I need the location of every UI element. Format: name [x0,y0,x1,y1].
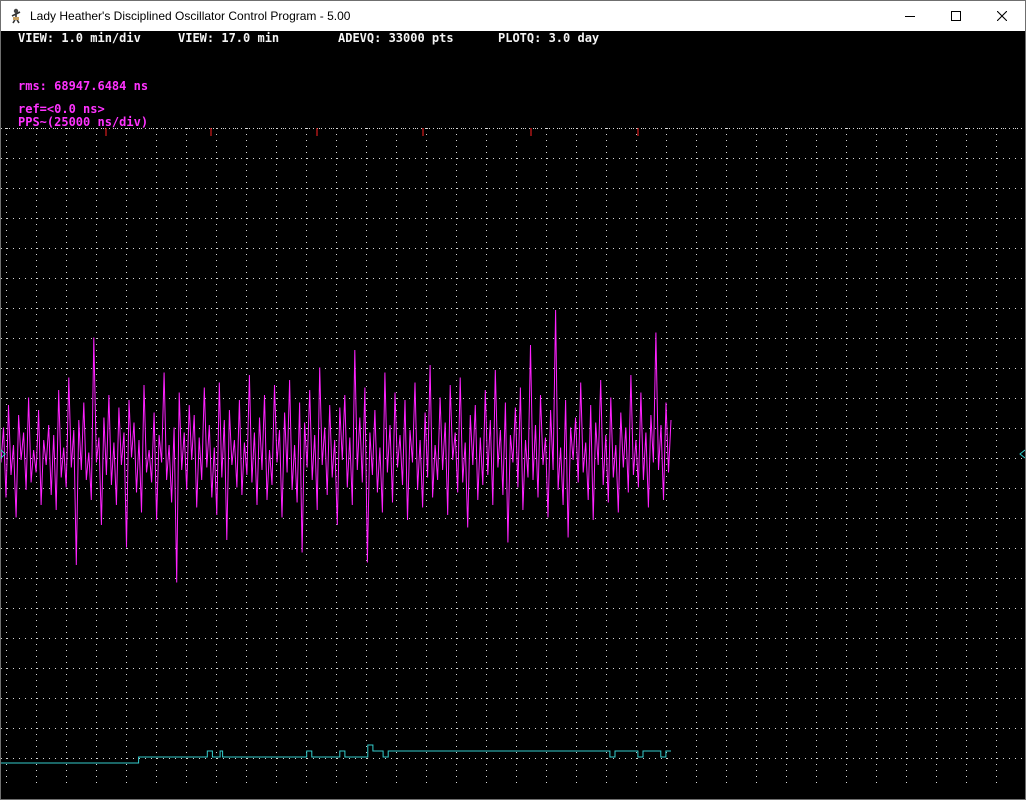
program-screen[interactable]: VIEW: 1.0 min/div VIEW: 17.0 min ADEVQ: … [1,31,1025,799]
maximize-button[interactable] [933,1,979,31]
close-button[interactable] [979,1,1025,31]
figure-icon [11,8,21,24]
view-rate-label: VIEW: 1.0 min/div [18,31,141,45]
rms-readout: rms: 68947.6484 ns [18,79,149,93]
pps-plot[interactable] [1,128,1025,788]
secondary-trace [1,744,671,764]
minimize-button[interactable] [887,1,933,31]
plotq-label: PLOTQ: 3.0 day [498,31,600,45]
app-window: Lady Heather's Disciplined Oscillator Co… [0,0,1026,800]
window-title: Lady Heather's Disciplined Oscillator Co… [30,9,351,23]
time-markers [105,128,639,136]
right-edge-marker [1019,449,1025,459]
view-span-label: VIEW: 17.0 min [178,31,280,45]
title-bar[interactable]: Lady Heather's Disciplined Oscillator Co… [1,1,1025,31]
adevq-label: ADEVQ: 33000 pts [338,31,454,45]
maximize-icon [951,11,961,21]
minimize-icon [905,16,915,17]
close-icon [997,11,1007,21]
